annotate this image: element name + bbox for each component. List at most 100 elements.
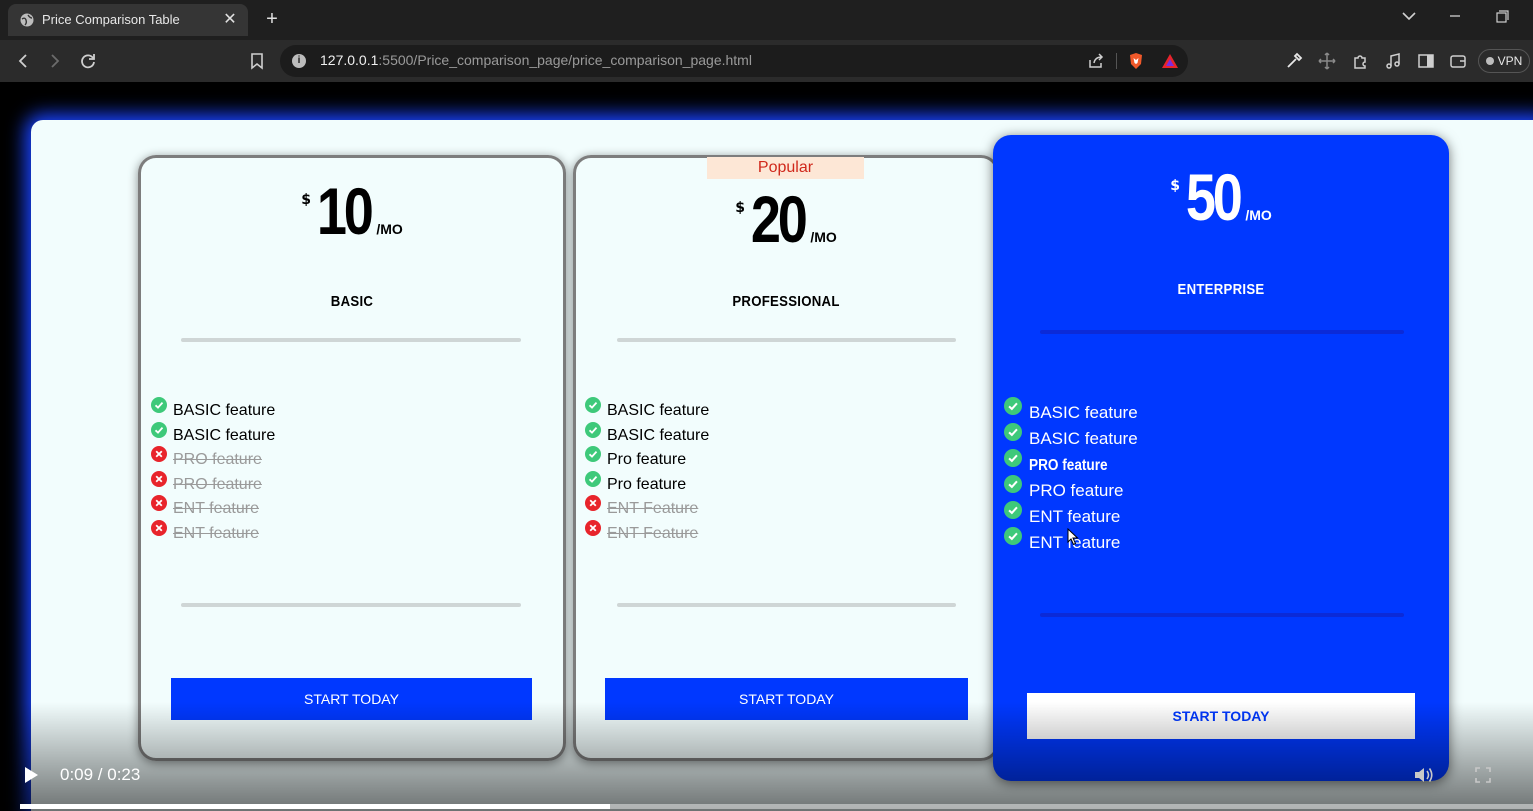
playback-time: 0:09 / 0:23 bbox=[60, 765, 141, 784]
check-icon bbox=[585, 446, 601, 462]
currency-symbol: $ bbox=[1170, 178, 1180, 194]
cross-icon bbox=[585, 495, 601, 511]
sidebar-icon[interactable] bbox=[1416, 51, 1436, 71]
price-period: /MO bbox=[1245, 207, 1272, 223]
check-icon bbox=[1004, 449, 1022, 467]
forward-arrow-icon[interactable] bbox=[44, 50, 66, 72]
cross-icon bbox=[151, 470, 167, 487]
bookmark-icon[interactable] bbox=[246, 50, 268, 72]
feature-label: BASIC feature bbox=[173, 402, 276, 419]
vpn-button[interactable]: VPN bbox=[1478, 49, 1530, 73]
divider bbox=[1040, 613, 1404, 617]
video-viewport: $10/MO BASIC BASIC feature BASIC feature… bbox=[0, 82, 1533, 811]
price-amount: 10 bbox=[316, 174, 374, 248]
plan-name: ENTERPRISE bbox=[1177, 281, 1265, 298]
extensions-icon[interactable] bbox=[1350, 51, 1370, 71]
cross-icon bbox=[151, 495, 167, 511]
feature-label: BASIC feature bbox=[1029, 429, 1138, 448]
divider bbox=[181, 338, 521, 342]
feature-item: ENT Feature bbox=[585, 519, 709, 550]
cross-icon bbox=[151, 446, 167, 462]
close-tab-icon[interactable]: ✕ bbox=[220, 10, 240, 30]
price-amount: 20 bbox=[750, 182, 808, 256]
player-controls-overlay bbox=[0, 702, 1533, 811]
seek-bar[interactable] bbox=[20, 804, 1533, 809]
feature-label: BASIC feature bbox=[173, 426, 276, 444]
feature-item: PRO feature bbox=[1004, 449, 1138, 481]
wallet-icon[interactable] bbox=[1448, 51, 1468, 71]
check-icon bbox=[1004, 475, 1022, 493]
check-icon bbox=[585, 470, 601, 487]
tab-search-chevron-icon[interactable] bbox=[1397, 6, 1421, 26]
tab-strip: Price Comparison Table ✕ + bbox=[0, 0, 1533, 40]
check-icon bbox=[1004, 501, 1022, 519]
eyedropper-icon[interactable] bbox=[1284, 51, 1304, 71]
feature-label: ENT Feature bbox=[607, 524, 699, 542]
move-icon[interactable] bbox=[1317, 51, 1337, 71]
mouse-cursor-icon bbox=[1067, 528, 1079, 546]
check-icon bbox=[585, 421, 601, 438]
feature-label: PRO feature bbox=[173, 451, 262, 468]
divider bbox=[617, 338, 956, 342]
check-icon bbox=[151, 397, 167, 413]
check-icon bbox=[585, 397, 601, 413]
feature-label: BASIC feature bbox=[607, 426, 710, 444]
tab-title: Price Comparison Table bbox=[42, 12, 180, 27]
check-icon bbox=[1004, 423, 1022, 441]
plan-price: $10/MO bbox=[138, 173, 566, 249]
media-controls-icon[interactable] bbox=[1383, 51, 1403, 71]
divider bbox=[617, 603, 956, 607]
plan-name: BASIC bbox=[330, 293, 374, 310]
url-text: 127.0.0.1:5500/Price_comparison_page/pri… bbox=[320, 52, 752, 68]
minimize-icon[interactable] bbox=[1443, 6, 1467, 26]
feature-label: Pro feature bbox=[607, 451, 687, 468]
feature-item: Pro feature bbox=[585, 446, 709, 476]
brave-shield-icon[interactable] bbox=[1126, 51, 1146, 71]
check-icon bbox=[151, 421, 167, 438]
popular-badge: Popular bbox=[707, 157, 864, 179]
cross-icon bbox=[151, 519, 167, 536]
feature-item: BASIC feature bbox=[1004, 397, 1138, 429]
new-tab-button[interactable]: + bbox=[262, 8, 282, 30]
feature-item: ENT Feature bbox=[585, 495, 709, 525]
fullscreen-icon[interactable] bbox=[1475, 767, 1491, 783]
check-icon bbox=[1004, 397, 1022, 415]
price-amount: 50 bbox=[1185, 160, 1243, 234]
reload-icon[interactable] bbox=[77, 50, 99, 72]
address-bar[interactable]: i 127.0.0.1:5500/Price_comparison_page/p… bbox=[280, 45, 1188, 77]
brave-rewards-icon[interactable] bbox=[1160, 51, 1180, 71]
volume-icon[interactable] bbox=[1413, 765, 1435, 785]
site-info-icon[interactable]: i bbox=[292, 54, 306, 68]
price-period: /MO bbox=[810, 229, 837, 245]
browser-toolbar: i 127.0.0.1:5500/Price_comparison_page/p… bbox=[0, 40, 1533, 82]
active-tab[interactable]: Price Comparison Table ✕ bbox=[8, 4, 248, 36]
currency-symbol: $ bbox=[735, 200, 745, 216]
feature-item: BASIC feature bbox=[1004, 423, 1138, 455]
currency-symbol: $ bbox=[301, 192, 311, 208]
feature-label: BASIC feature bbox=[1029, 403, 1138, 422]
feature-item: BASIC feature bbox=[585, 397, 709, 427]
vpn-label: VPN bbox=[1497, 54, 1523, 68]
feature-item: PRO feature bbox=[151, 470, 275, 501]
back-arrow-icon[interactable] bbox=[12, 50, 34, 72]
feature-label: PRO feature bbox=[173, 475, 262, 493]
feature-item: BASIC feature bbox=[151, 421, 276, 452]
feature-item: Pro feature bbox=[585, 470, 709, 501]
feature-item: ENT feature bbox=[151, 519, 275, 550]
divider bbox=[1040, 330, 1404, 334]
divider bbox=[181, 603, 521, 607]
feature-item: PRO feature bbox=[151, 446, 275, 476]
feature-label: PRO feature bbox=[1029, 481, 1124, 500]
feature-label: ENT feature bbox=[173, 500, 259, 517]
feature-list: BASIC feature BASIC feature Pro feature … bbox=[585, 397, 710, 550]
feature-label: ENT feature bbox=[173, 524, 259, 542]
share-icon[interactable] bbox=[1086, 51, 1106, 71]
feature-item: BASIC feature bbox=[585, 421, 710, 452]
restore-icon[interactable] bbox=[1490, 6, 1514, 26]
feature-label: Pro feature bbox=[607, 475, 687, 493]
cross-icon bbox=[585, 519, 601, 536]
feature-list: BASIC feature BASIC feature PRO feature … bbox=[151, 397, 276, 550]
play-icon[interactable] bbox=[22, 766, 40, 784]
price-period: /MO bbox=[376, 221, 403, 237]
vpn-status-icon bbox=[1485, 57, 1494, 65]
